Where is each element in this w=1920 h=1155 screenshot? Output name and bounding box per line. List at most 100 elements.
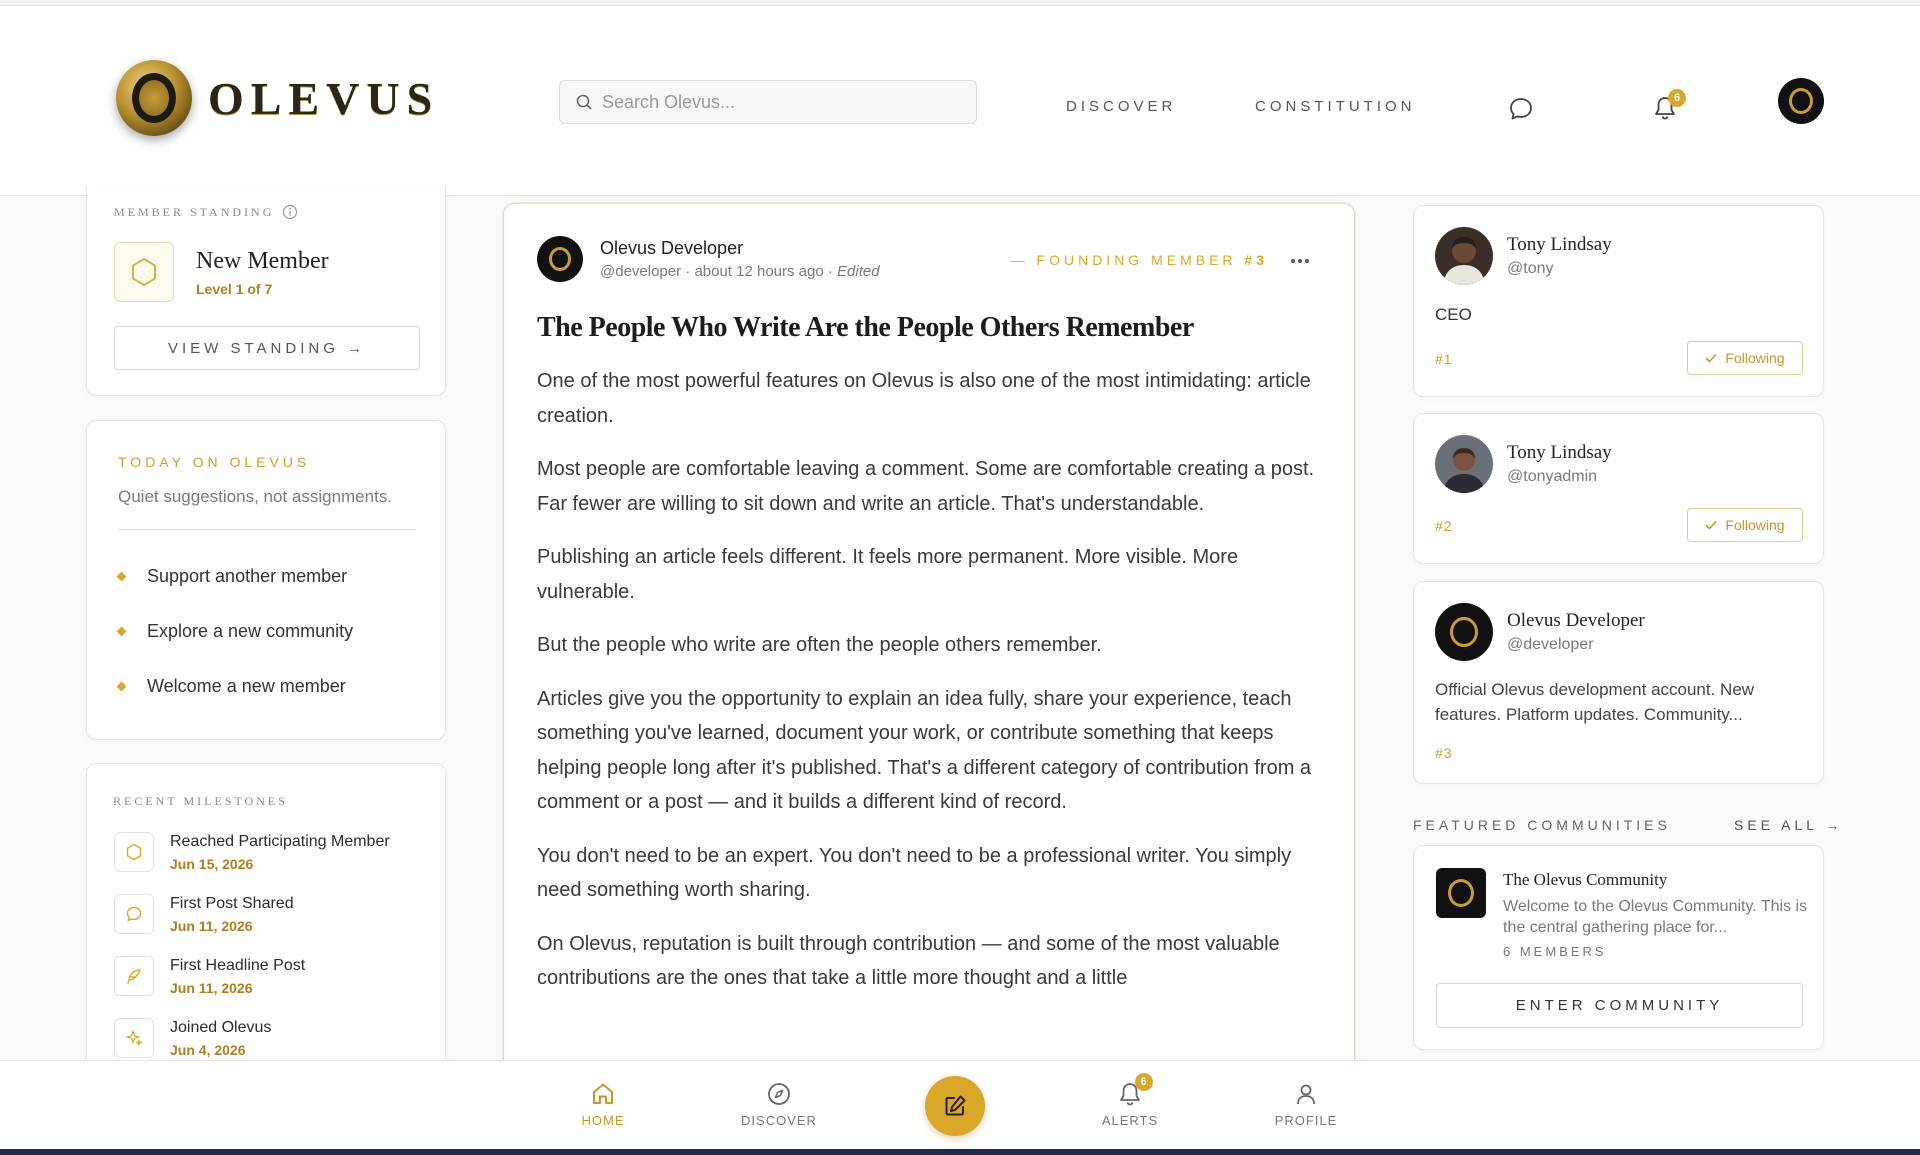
- diamond-bullet-icon: [116, 571, 127, 582]
- milestone-title: Joined Olevus: [170, 1019, 272, 1036]
- chat-icon: [126, 906, 142, 922]
- author-avatar[interactable]: [537, 236, 583, 282]
- person-avatar[interactable]: [1435, 227, 1493, 285]
- bottom-nav-label: HOME: [581, 1113, 625, 1128]
- see-all-link[interactable]: SEE ALL →: [1734, 817, 1843, 833]
- search-bar[interactable]: [559, 80, 977, 124]
- hexagon-icon: [126, 843, 142, 861]
- post-title[interactable]: The People Who Write Are the People Othe…: [537, 312, 1194, 344]
- milestone-title: Reached Participating Member: [170, 833, 390, 850]
- compose-button[interactable]: [925, 1076, 985, 1136]
- following-label: Following: [1725, 517, 1785, 533]
- community-member-count: 6 MEMBERS: [1503, 944, 1607, 959]
- bottom-nav-profile[interactable]: PROFILE: [1261, 1079, 1351, 1128]
- milestones-label: RECENT MILESTONES: [113, 794, 288, 808]
- suggestion-item[interactable]: Welcome a new member: [104, 659, 353, 714]
- diamond-bullet-icon: [116, 681, 127, 692]
- notifications-button[interactable]: 6: [1648, 89, 1686, 125]
- nav-discover[interactable]: DISCOVER: [1066, 98, 1176, 115]
- milestone-item: First Headline Post Jun 11, 2026: [114, 956, 390, 1018]
- chat-bubble-icon: [1510, 98, 1532, 120]
- milestone-date: Jun 11, 2026: [170, 918, 253, 934]
- today-on-olevus-card: TODAY ON OLEVUS Quiet suggestions, not a…: [86, 420, 446, 740]
- today-subtitle: Quiet suggestions, not assignments.: [118, 487, 393, 506]
- olevus-logo-icon: [549, 247, 571, 271]
- post-paragraph: But the people who write are often the p…: [537, 634, 1102, 656]
- bottom-nav-label: DISCOVER: [741, 1113, 817, 1128]
- brand-logo[interactable]: OLEVUS: [116, 60, 439, 136]
- check-icon: [1705, 520, 1718, 530]
- messages-button[interactable]: [1505, 93, 1537, 125]
- home-icon: [593, 1083, 613, 1104]
- standing-title: New Member: [196, 247, 329, 274]
- person-rank: #1: [1435, 351, 1453, 367]
- person-name[interactable]: Tony Lindsay: [1507, 234, 1612, 256]
- milestone-date: Jun 4, 2026: [170, 1042, 246, 1058]
- more-options-button[interactable]: [1290, 244, 1310, 270]
- following-button[interactable]: Following: [1687, 341, 1803, 375]
- milestone-title: First Post Shared: [170, 895, 294, 912]
- bottom-nav-discover[interactable]: DISCOVER: [734, 1079, 824, 1128]
- person-card: Tony Lindsay @tonyadmin #2 Following: [1413, 413, 1824, 564]
- person-card: Olevus Developer @developer Official Ole…: [1413, 581, 1824, 784]
- olevus-logo-icon: [1448, 879, 1474, 907]
- person-name[interactable]: Tony Lindsay: [1507, 442, 1612, 464]
- milestone-item: Reached Participating Member Jun 15, 2026: [114, 832, 390, 894]
- author-name[interactable]: Olevus Developer: [600, 238, 880, 259]
- milestone-list: Reached Participating Member Jun 15, 2026…: [114, 832, 390, 1080]
- post-paragraph: Most people are comfortable leaving a co…: [537, 458, 1315, 515]
- bottom-nav-label: ALERTS: [1101, 1113, 1159, 1128]
- site-header: OLEVUS DISCOVER CONSTITUTION 6: [0, 6, 1920, 196]
- person-avatar[interactable]: [1435, 435, 1493, 493]
- post-body: One of the most powerful features on Ole…: [537, 364, 1327, 1015]
- community-logo[interactable]: [1436, 868, 1486, 918]
- nav-constitution[interactable]: CONSTITUTION: [1255, 98, 1416, 115]
- community-name[interactable]: The Olevus Community: [1503, 870, 1809, 890]
- member-standing-card: MEMBER STANDING New Member Level 1 of 7 …: [86, 186, 446, 396]
- bottom-nav-alerts[interactable]: 6 ALERTS: [1085, 1073, 1175, 1128]
- view-standing-button[interactable]: VIEW STANDING →: [114, 326, 420, 370]
- hexagon-icon: [132, 257, 156, 287]
- standing-badge: [114, 242, 174, 302]
- compass-icon: [768, 1083, 790, 1105]
- standing-level: Level 1 of 7: [196, 280, 273, 297]
- person-handle: @tony: [1507, 260, 1554, 277]
- person-handle: @developer: [1507, 636, 1594, 653]
- person-rank: #2: [1435, 518, 1453, 534]
- info-icon[interactable]: [282, 204, 298, 220]
- member-standing-label: MEMBER STANDING: [114, 204, 275, 219]
- user-avatar[interactable]: [1778, 78, 1824, 124]
- olevus-logo-icon: [1789, 88, 1813, 114]
- milestone-date: Jun 11, 2026: [170, 980, 253, 996]
- suggestion-item[interactable]: Explore a new community: [104, 604, 353, 659]
- milestone-title: First Headline Post: [170, 957, 306, 974]
- suggestion-item[interactable]: Support another member: [104, 549, 353, 604]
- suggestion-label: Welcome a new member: [147, 676, 346, 696]
- founding-number: #3: [1244, 252, 1268, 268]
- milestone-item: First Post Shared Jun 11, 2026: [114, 894, 390, 956]
- founding-label: — FOUNDING MEMBER: [1010, 252, 1237, 268]
- bottom-nav-home[interactable]: HOME: [558, 1079, 648, 1128]
- bottom-nav-label: PROFILE: [1274, 1113, 1338, 1128]
- founding-member-badge: — FOUNDING MEMBER #3: [1011, 252, 1268, 268]
- search-input[interactable]: [602, 91, 962, 113]
- user-icon: [1297, 1084, 1315, 1105]
- suggestion-label: Explore a new community: [147, 621, 354, 641]
- enter-community-button[interactable]: ENTER COMMUNITY: [1436, 983, 1803, 1028]
- person-avatar[interactable]: [1435, 603, 1493, 661]
- suggestion-list: Support another member Explore a new com…: [104, 549, 353, 714]
- today-label: TODAY ON OLEVUS: [118, 454, 311, 470]
- community-description: Welcome to the Olevus Community. This is…: [1503, 898, 1808, 936]
- taskbar-edge: [0, 1149, 1920, 1155]
- more-horizontal-icon: [1291, 259, 1309, 263]
- post-paragraph: On Olevus, reputation is built through c…: [537, 932, 1280, 990]
- following-label: Following: [1725, 350, 1785, 366]
- feather-icon: [127, 969, 141, 984]
- recent-milestones-card: RECENT MILESTONES Reached Participating …: [86, 763, 446, 1083]
- edited-label: Edited: [837, 263, 880, 280]
- post-author[interactable]: Olevus Developer @developer · about 12 h…: [537, 236, 880, 282]
- person-name[interactable]: Olevus Developer: [1507, 610, 1645, 632]
- following-button[interactable]: Following: [1687, 508, 1803, 542]
- milestone-date: Jun 15, 2026: [170, 856, 254, 872]
- post-handle-time: @developer · about 12 hours ago ·: [600, 263, 838, 280]
